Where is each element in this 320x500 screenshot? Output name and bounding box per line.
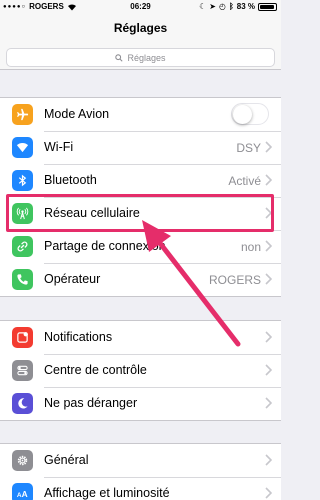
chevron-right-icon (265, 174, 272, 186)
chevron-right-icon (265, 273, 272, 285)
settings-row-display-brightness[interactable]: AA Affichage et luminosité (0, 477, 281, 500)
settings-row-bluetooth[interactable]: Bluetooth Activé (0, 164, 281, 197)
settings-row-value: non (240, 240, 261, 254)
phone-icon (12, 269, 33, 290)
settings-row-airplane-mode[interactable]: Mode Avion (0, 98, 281, 131)
airplane-mode-toggle[interactable] (231, 103, 269, 125)
settings-row-label: Bluetooth (44, 173, 97, 187)
battery-icon (258, 2, 277, 11)
moon-status-icon: ☾ (199, 2, 207, 11)
navigation-bar: Réglages (0, 13, 281, 46)
link-icon (12, 236, 33, 257)
chevron-right-icon (265, 331, 272, 343)
chevron-right-icon (265, 207, 272, 219)
settings-row-control-center[interactable]: Centre de contrôle (0, 354, 281, 387)
settings-row-carrier[interactable]: Opérateur ROGERS (0, 263, 281, 296)
chevron-right-icon (265, 364, 272, 376)
status-bar: ●●●●○ ROGERS 06:29 ☾ ➤ ◴ ᛒ 83 % (0, 0, 281, 13)
notifications-group: Notifications Centre de contrôle Ne pas … (0, 320, 281, 421)
settings-row-label: Partage de connexion (44, 239, 166, 253)
general-group: Général AA Affichage et luminosité (0, 443, 281, 500)
toggle-knob (233, 105, 252, 124)
search-area: Réglages (0, 46, 281, 70)
alarm-status-icon: ◴ (218, 2, 226, 11)
settings-row-hotspot[interactable]: Partage de connexion non (0, 230, 281, 263)
settings-row-label: Ne pas déranger (44, 396, 138, 410)
chevron-right-icon (265, 454, 272, 466)
text-size-icon: AA (12, 483, 33, 500)
settings-row-value: DSY (236, 141, 261, 155)
settings-row-label: Wi-Fi (44, 140, 74, 154)
settings-row-label: Affichage et luminosité (44, 486, 170, 500)
settings-row-label: Notifications (44, 330, 113, 344)
settings-row-label: Général (44, 453, 89, 467)
control-center-icon (12, 360, 33, 381)
settings-row-cellular[interactable]: Réseau cellulaire (0, 197, 281, 230)
search-input[interactable]: Réglages (6, 48, 275, 67)
settings-row-wifi[interactable]: Wi-Fi DSY (0, 131, 281, 164)
settings-row-label: Opérateur (44, 272, 101, 286)
chevron-right-icon (265, 397, 272, 409)
notifications-icon (12, 327, 33, 348)
chevron-right-icon (265, 487, 272, 499)
connectivity-group: Mode Avion Wi-Fi DSY Bluetooth Activé Ré… (0, 97, 281, 297)
gear-icon (12, 450, 33, 471)
chevron-right-icon (265, 141, 272, 153)
settings-row-general[interactable]: Général (0, 444, 281, 477)
svg-text:A: A (22, 489, 28, 499)
settings-row-do-not-disturb[interactable]: Ne pas déranger (0, 387, 281, 420)
airplane-icon (12, 104, 33, 125)
bluetooth-status-icon: ᛒ (228, 2, 234, 11)
chevron-right-icon (265, 240, 272, 252)
settings-row-label: Centre de contrôle (44, 363, 147, 377)
page-title: Réglages (113, 21, 168, 35)
wifi-icon (12, 137, 33, 158)
search-icon (115, 53, 124, 62)
settings-row-label: Mode Avion (44, 107, 110, 121)
settings-row-notifications[interactable]: Notifications (0, 321, 281, 354)
battery-percent: 83 % (236, 2, 255, 11)
settings-row-value: ROGERS (208, 273, 261, 287)
bluetooth-icon (12, 170, 33, 191)
moon-icon (12, 393, 33, 414)
settings-row-label: Réseau cellulaire (44, 206, 140, 220)
location-status-icon: ➤ (209, 2, 216, 11)
search-placeholder: Réglages (127, 52, 166, 63)
settings-row-value: Activé (228, 174, 261, 188)
antenna-icon (12, 203, 33, 224)
